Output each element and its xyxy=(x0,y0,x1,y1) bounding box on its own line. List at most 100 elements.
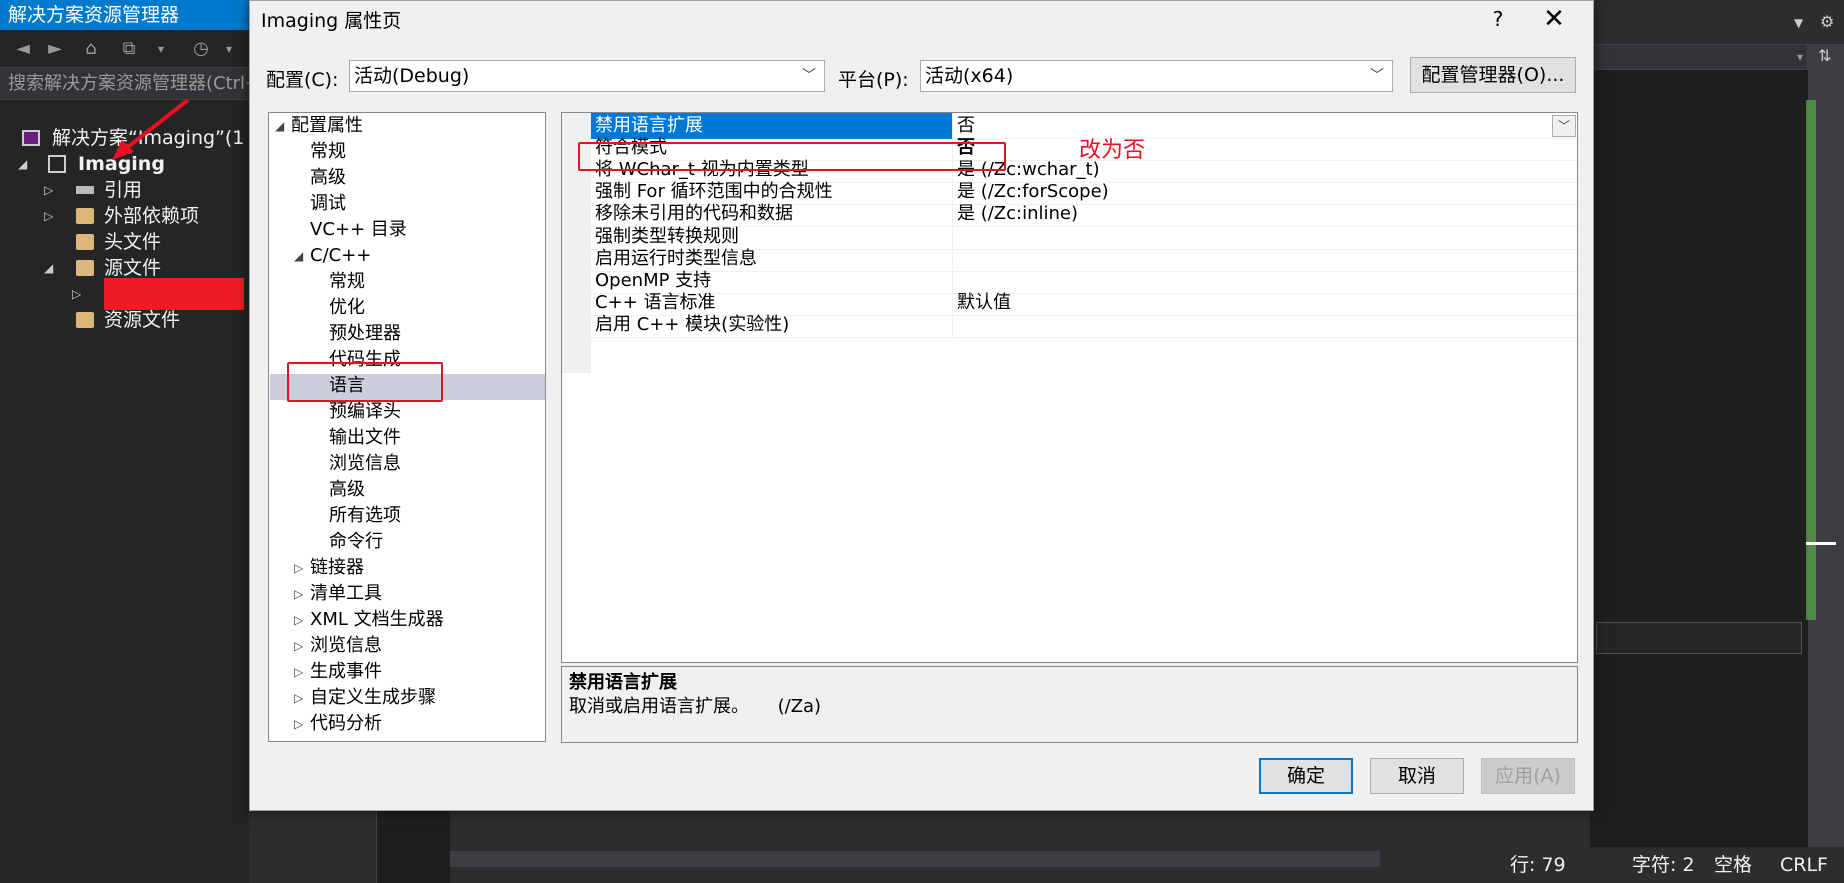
status-line: 行: 79 xyxy=(1510,854,1566,876)
forward-icon[interactable]: ► xyxy=(44,38,66,60)
chevron-down-icon[interactable]: ▾ xyxy=(218,38,240,60)
gear-icon[interactable]: ⚙ xyxy=(1820,12,1834,31)
horizontal-scrollbar[interactable] xyxy=(450,851,1380,867)
tree-item-label: 外部依赖项 xyxy=(104,205,200,227)
expand-arrow-icon[interactable]: ▷ xyxy=(294,685,303,711)
help-button[interactable]: ? xyxy=(1483,4,1513,34)
folder-icon xyxy=(76,208,94,224)
folder-icon xyxy=(76,260,94,276)
project-icon xyxy=(48,155,66,173)
expand-arrow-icon[interactable]: ▷ xyxy=(294,659,303,685)
annotation-box-language xyxy=(287,362,443,402)
tree-node[interactable]: ▷ 清单工具 xyxy=(269,581,545,607)
tree-node-label: 高级 xyxy=(329,479,365,500)
tree-item-project[interactable]: ◢ Imaging xyxy=(0,151,249,177)
solution-explorer-title: 解决方案资源管理器 xyxy=(0,0,249,30)
config-manager-button[interactable]: 配置管理器(O)... xyxy=(1410,57,1576,93)
property-grid[interactable]: 禁用语言扩展否符合模式否将 WChar_t 视为内置类型是 (/Zc:wchar… xyxy=(561,112,1578,663)
split-icon[interactable]: ⇅ xyxy=(1818,46,1831,65)
platform-select-value: 活动(x64) xyxy=(925,65,1014,87)
expand-arrow-icon[interactable]: ▷ xyxy=(294,581,303,607)
tree-node[interactable]: ◢ C/C++ xyxy=(269,243,545,269)
chevron-down-icon: ﹀ xyxy=(802,68,816,84)
tree-node[interactable]: 所有选项 xyxy=(269,503,545,529)
member-dropdown[interactable]: ▾ xyxy=(1590,44,1808,70)
status-eol[interactable]: CRLF xyxy=(1780,847,1828,883)
config-label: 配置(C): xyxy=(266,69,339,91)
tree-item-label: Imaging xyxy=(78,153,165,175)
property-value[interactable] xyxy=(957,312,1557,338)
folder-icon xyxy=(76,234,94,250)
annotation-text: 改为否 xyxy=(1079,138,1146,163)
expand-arrow-icon[interactable]: ▷ xyxy=(294,607,303,633)
expand-arrow-icon[interactable]: ▷ xyxy=(294,633,303,659)
chevron-down-icon[interactable]: ▼ xyxy=(1794,16,1803,30)
tree-node[interactable]: ▷ XML 文档生成器 xyxy=(269,607,545,633)
tree-item-label: 引用 xyxy=(104,179,143,201)
property-tree[interactable]: ◢ 配置属性 常规 高级 调试 VC++ 目录 ◢ C/C++ 常规 优化 预处理器 代码生成 语言 预编… xyxy=(268,112,546,742)
ok-button[interactable]: 确定 xyxy=(1259,758,1353,794)
expand-arrow-icon[interactable]: ▷ xyxy=(44,203,58,229)
tree-node[interactable]: 高级 xyxy=(269,477,545,503)
expand-arrow-icon[interactable]: ▷ xyxy=(44,177,58,203)
tree-node[interactable]: 常规 xyxy=(269,139,545,165)
expand-arrow-icon[interactable]: ▷ xyxy=(72,281,86,307)
annotation-box-conformance xyxy=(578,142,1006,171)
cancel-button[interactable]: 取消 xyxy=(1370,758,1464,794)
tree-node-label: 所有选项 xyxy=(329,505,401,526)
collapse-arrow-icon[interactable]: ◢ xyxy=(275,113,284,139)
apply-button[interactable]: 应用(A) xyxy=(1481,758,1575,794)
tree-node[interactable]: 高级 xyxy=(269,165,545,191)
solution-explorer-toolbar: ◄ ► ⌂ ⧉ ▾ ◷ ▾ xyxy=(0,30,249,68)
tree-node[interactable]: ▷ 自定义生成步骤 xyxy=(269,685,545,711)
tree-node[interactable]: ▷ 链接器 xyxy=(269,555,545,581)
tree-node[interactable]: ◢ 配置属性 xyxy=(269,113,545,139)
tree-node[interactable]: 命令行 xyxy=(269,529,545,555)
platform-select[interactable]: 活动(x64) ﹀ xyxy=(920,60,1393,92)
tree-node[interactable]: 输出文件 xyxy=(269,425,545,451)
expand-arrow-icon[interactable]: ▷ xyxy=(294,711,303,737)
collapse-arrow-icon[interactable]: ◢ xyxy=(44,255,58,281)
back-icon[interactable]: ◄ xyxy=(12,38,34,60)
tree-node[interactable]: ▷ 生成事件 xyxy=(269,659,545,685)
status-bar: 行: 79 字符: 2 空格 CRLF xyxy=(450,847,1844,883)
tree-node-label: C/C++ xyxy=(310,245,372,266)
chevron-down-icon[interactable]: ▾ xyxy=(150,38,172,60)
tree-node-label: 高级 xyxy=(310,167,346,188)
tree-node[interactable]: VC++ 目录 xyxy=(269,217,545,243)
solution-search-input[interactable]: 搜索解决方案资源管理器(Ctrl+;) xyxy=(0,68,249,100)
tree-node-label: 调试 xyxy=(310,193,346,214)
tree-node[interactable]: ▷ 浏览信息 xyxy=(269,633,545,659)
editor-find-box[interactable] xyxy=(1596,622,1802,654)
folder-icon xyxy=(76,312,94,328)
editor-tab-strip: ▼ ⚙ xyxy=(1590,0,1844,44)
tree-node-label: 常规 xyxy=(329,271,365,292)
references-icon xyxy=(76,186,94,194)
status-indent[interactable]: 空格 xyxy=(1714,847,1752,883)
description-title: 禁用语言扩展 xyxy=(569,672,677,693)
tree-node[interactable]: 浏览信息 xyxy=(269,451,545,477)
expand-arrow-icon[interactable]: ▷ xyxy=(294,555,303,581)
close-button[interactable]: ✕ xyxy=(1536,3,1572,35)
switch-view-icon[interactable]: ⧉ xyxy=(118,38,140,60)
property-row[interactable]: 启用 C++ 模块(实验性) xyxy=(591,311,1577,338)
tree-node[interactable]: 调试 xyxy=(269,191,545,217)
solution-explorer-panel: 解决方案资源管理器 ◄ ► ⌂ ⧉ ▾ ◷ ▾ 搜索解决方案资源管理器(Ctrl… xyxy=(0,0,315,883)
tree-node[interactable]: 常规 xyxy=(269,269,545,295)
chevron-down-icon[interactable]: ﹀ xyxy=(1552,115,1576,137)
config-select-value: 活动(Debug) xyxy=(354,65,470,87)
collapse-arrow-icon[interactable]: ◢ xyxy=(18,151,32,177)
tree-node-label: 浏览信息 xyxy=(329,453,401,474)
property-description: 禁用语言扩展 取消或启用语言扩展。 (/Za) xyxy=(561,666,1578,743)
tree-node[interactable]: 预编译头 xyxy=(269,399,545,425)
platform-label: 平台(P): xyxy=(838,69,909,91)
tree-node[interactable]: 优化 xyxy=(269,295,545,321)
tree-node[interactable]: ▷ 代码分析 xyxy=(269,711,545,737)
tree-node[interactable]: 预处理器 xyxy=(269,321,545,347)
collapse-arrow-icon[interactable]: ◢ xyxy=(294,243,303,269)
scrollbar-position-marker xyxy=(1806,542,1836,545)
home-icon[interactable]: ⌂ xyxy=(80,38,102,60)
config-select[interactable]: 活动(Debug) ﹀ xyxy=(349,60,825,92)
redaction-block xyxy=(104,278,244,310)
history-icon[interactable]: ◷ xyxy=(190,38,212,60)
